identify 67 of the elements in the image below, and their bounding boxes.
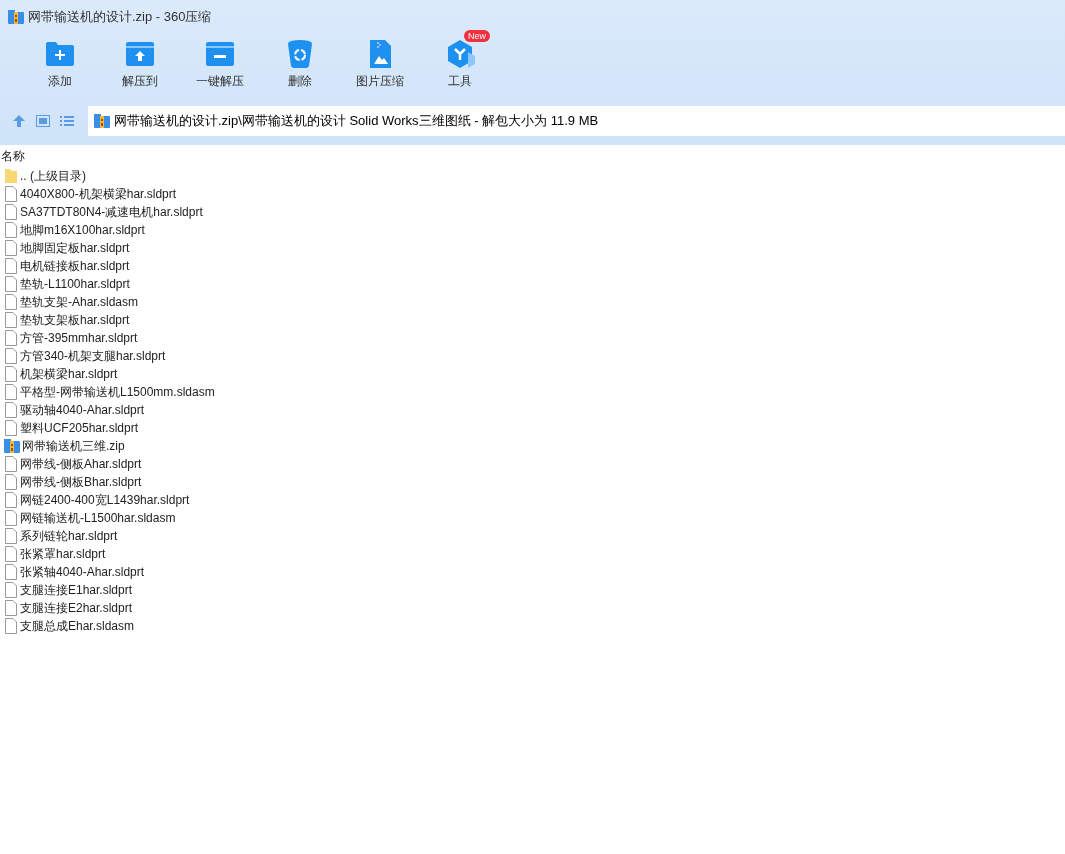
file-name[interactable]: 驱动轴4040-Ahar.sldprt xyxy=(20,401,145,419)
file-icon xyxy=(4,600,18,616)
file-icon xyxy=(4,240,18,256)
file-icon xyxy=(4,258,18,274)
file-name[interactable]: 网链输送机-L1500har.sldasm xyxy=(20,509,176,527)
window-title: 网带输送机的设计.zip - 360压缩 xyxy=(28,8,212,27)
file-name[interactable]: 垫轨支架板har.sldprt xyxy=(20,311,130,329)
file-icon xyxy=(4,528,18,544)
toolbar-button[interactable]: 一键解压 xyxy=(180,34,260,94)
toolbar-button[interactable]: 解压到 xyxy=(100,34,180,94)
file-name[interactable]: 地脚m16X100har.sldprt xyxy=(20,221,145,239)
file-name[interactable]: 机架横梁har.sldprt xyxy=(20,365,118,383)
list-view-icon[interactable] xyxy=(60,115,74,127)
file-name[interactable]: 网链2400-400宽L1439har.sldprt xyxy=(20,491,190,509)
archive-icon xyxy=(94,113,110,129)
file-icon xyxy=(4,312,18,328)
file-name[interactable]: 网带输送机三维.zip xyxy=(22,437,125,455)
file-name[interactable]: 网带线-侧板Ahar.sldprt xyxy=(20,455,142,473)
up-arrow-icon[interactable] xyxy=(12,114,26,128)
file-icon xyxy=(4,546,18,562)
file-icon xyxy=(4,582,18,598)
new-badge: New xyxy=(464,30,490,42)
thumbnail-view-icon[interactable] xyxy=(36,115,50,127)
file-name[interactable]: 支腿连接E1har.sldprt xyxy=(20,581,133,599)
address-bar[interactable]: 网带输送机的设计.zip\网带输送机的设计 Solid Works三维图纸 - 解包大小为 11.9 MB xyxy=(88,106,1065,136)
toolbar-button[interactable]: 添加 xyxy=(20,34,100,94)
archive-icon xyxy=(4,438,20,454)
file-name[interactable]: 电机链接板har.sldprt xyxy=(20,257,130,275)
file-name[interactable]: 方管-395mmhar.sldprt xyxy=(20,329,138,347)
file-icon xyxy=(4,330,18,346)
file-name[interactable]: .. (上级目录) xyxy=(20,167,86,185)
folder-icon xyxy=(4,168,18,184)
file-icon xyxy=(4,420,18,436)
toolbar-button[interactable]: 删除 xyxy=(260,34,340,94)
file-icon xyxy=(4,204,18,220)
file-name[interactable]: 4040X800-机架横梁har.sldprt xyxy=(20,185,177,203)
file-icon xyxy=(4,222,18,238)
file-icon xyxy=(4,474,18,490)
file-icon xyxy=(4,276,18,292)
file-name[interactable]: 垫轨-L1100har.sldprt xyxy=(20,275,130,293)
file-name[interactable]: 张紧轴4040-Ahar.sldprt xyxy=(20,563,145,581)
file-name[interactable]: 张紧罩har.sldprt xyxy=(20,545,106,563)
column-header[interactable]: 名称 xyxy=(0,146,1065,166)
file-icon xyxy=(4,456,18,472)
address-path: 网带输送机的设计.zip\网带输送机的设计 Solid Works三维图纸 - 解包大小为 11.9 MB xyxy=(114,112,599,131)
file-name[interactable]: 平格型-网带输送机L1500mm.sldasm xyxy=(20,383,215,401)
file-name[interactable]: 垫轨支架-Ahar.sldasm xyxy=(20,293,139,311)
file-icon xyxy=(4,510,18,526)
file-name[interactable]: 地脚固定板har.sldprt xyxy=(20,239,130,257)
file-name[interactable]: 系列链轮har.sldprt xyxy=(20,527,118,545)
file-icon xyxy=(4,186,18,202)
file-icon xyxy=(4,366,18,382)
file-icon xyxy=(4,492,18,508)
toolbar-button[interactable]: 图片压缩 xyxy=(340,34,420,94)
archive-icon xyxy=(8,9,24,25)
file-icon xyxy=(4,618,18,634)
file-icon xyxy=(4,402,18,418)
file-name[interactable]: 方管340-机架支腿har.sldprt xyxy=(20,347,166,365)
file-icon xyxy=(4,564,18,580)
file-name[interactable]: 塑料UCF205har.sldprt xyxy=(20,419,139,437)
file-icon xyxy=(4,348,18,364)
file-icon xyxy=(4,294,18,310)
file-icon xyxy=(4,384,18,400)
file-name[interactable]: 支腿总成Ehar.sldasm xyxy=(20,617,135,635)
file-name[interactable]: 网带线-侧板Bhar.sldprt xyxy=(20,473,142,491)
file-name[interactable]: SA37TDT80N4-减速电机har.sldprt xyxy=(20,203,203,221)
file-name[interactable]: 支腿连接E2har.sldprt xyxy=(20,599,133,617)
